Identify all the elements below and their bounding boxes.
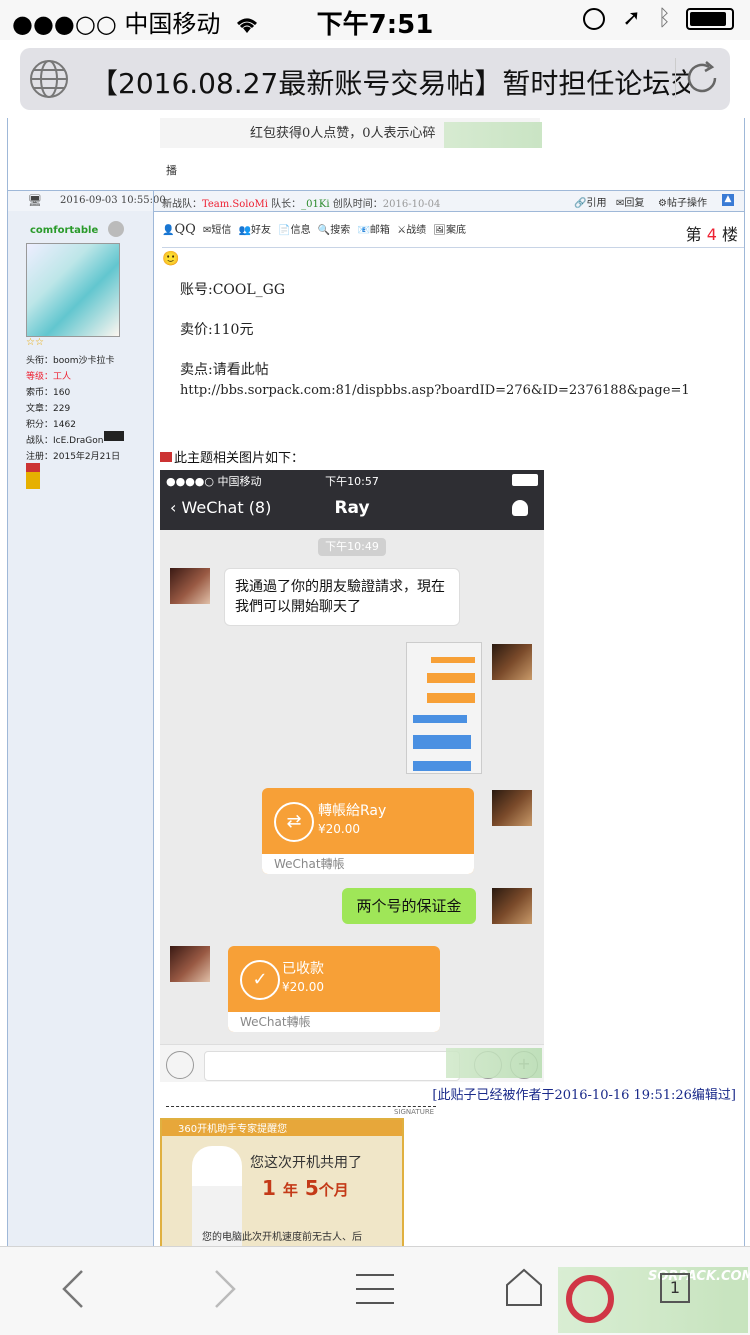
record-link[interactable]: ⚔战绩 — [397, 225, 426, 236]
wx-avatar-me-2 — [492, 790, 532, 826]
stat-level: 等级：工人 — [26, 372, 72, 382]
search-link[interactable]: 🔍搜索 — [318, 225, 350, 236]
prev-post: 红包获得0人点赞，0人表示心碎 播 — [154, 118, 744, 190]
watermark-logo-icon — [566, 1275, 614, 1323]
signature-label: SIGNATURE — [394, 1108, 435, 1116]
battery-icon — [686, 8, 734, 30]
wx-timestamp: 下午10:49 — [318, 538, 386, 556]
images-caption: 此主题相关图片如下： — [160, 447, 304, 466]
wx-transfer-card: ⇄ 轉帳給Ray ¥20.00 WeChat轉帳 — [262, 788, 474, 874]
wx-profile-icon — [512, 500, 528, 516]
computer-icon: 🖥 — [28, 194, 42, 207]
wx-voice-icon — [166, 1051, 194, 1079]
post-line-selling-point: 卖点:请看此帖 — [180, 362, 269, 378]
user-toolbar: 👤QQ ✉短信 👥好友 📄信息 🔍搜索 📧邮箱 ⚔战绩 🖼案底 — [162, 222, 466, 237]
bookmarks-icon[interactable] — [354, 1271, 396, 1307]
stat-points: 积分：1462 — [26, 420, 76, 430]
prev-share[interactable]: 播 — [166, 162, 177, 178]
status-bar: ●●●○○ 中国移动 下午7:51 ➚ ᛒ — [0, 0, 750, 40]
wx-received-card: ✓ 已收款 ¥20.00 WeChat轉帳 — [228, 946, 440, 1032]
address-bar[interactable]: 【2016.08.27最新账号交易帖】暂时担任论坛交 — [20, 48, 730, 110]
transfer-icon: ⇄ — [274, 802, 314, 842]
reload-icon[interactable] — [675, 58, 722, 98]
message-link[interactable]: ✉短信 — [203, 225, 231, 236]
team-logo-icon — [104, 431, 124, 441]
friend-link[interactable]: 👥好友 — [239, 225, 271, 236]
ad-header: 360开机助手专家提醒您 — [162, 1120, 402, 1136]
scroll-top-icon[interactable]: ▲ — [722, 194, 734, 206]
web-content: 红包获得0人点赞，0人表示心碎 播 🖥 2016-09-03 10:55:00 … — [0, 118, 750, 1246]
signature-divider — [166, 1106, 436, 1107]
tabs-button[interactable]: 1 — [660, 1273, 690, 1303]
mail-link[interactable]: 📧邮箱 — [357, 225, 389, 236]
user-profile: comfortable ☆☆ 头衔：boom沙卡拉卡 等级：工人 索币：160 … — [8, 211, 153, 1246]
wx-avatar-me — [492, 644, 532, 680]
check-icon: ✓ — [240, 960, 280, 1000]
qq-icon: 👤 — [162, 225, 175, 236]
case-link[interactable]: 🖼案底 — [433, 225, 466, 236]
edit-note: [此贴子已经被作者于2016-10-16 19:51:26编辑过] — [432, 1088, 736, 1103]
stat-team: 战队：IcE.DraGon — [26, 436, 104, 446]
username[interactable]: comfortable — [30, 225, 98, 236]
wx-text-input — [204, 1051, 460, 1081]
avatar[interactable] — [26, 243, 120, 337]
post-line-account: 账号:COOL_GG — [180, 282, 286, 298]
orientation-lock-icon — [583, 8, 606, 30]
wechat-screenshot[interactable]: ●●●●○ 中国移动 下午10:57 ‹ WeChat (8) Ray 下午10… — [160, 470, 544, 1082]
info-link[interactable]: 📄信息 — [278, 225, 310, 236]
watermark-banner: SORPACK.COM — [558, 1267, 750, 1333]
wx-image-message — [406, 642, 482, 774]
post-meta-row: 🖥 2016-09-03 10:55:00 新战队：Team.SoloMi 队长… — [8, 190, 744, 212]
rank-stars: ☆☆ — [26, 337, 44, 348]
wx-status-bar: ●●●●○ 中国移动 下午10:57 — [160, 470, 544, 490]
wx-contact: Ray — [334, 498, 370, 518]
team-info: 新战队：Team.SoloMi 队长：_01Ki 创队时间：2016-10-04 — [162, 199, 441, 210]
wx-battery-icon — [512, 474, 538, 486]
back-icon[interactable] — [60, 1269, 86, 1309]
post-line-price: 卖价:110元 — [180, 322, 254, 338]
image-icon — [160, 452, 172, 462]
floor-number: 第 4 楼 — [685, 225, 738, 244]
reply-button[interactable]: ✉回复 — [616, 194, 644, 209]
quote-button[interactable]: 🔗引用 — [574, 194, 606, 209]
stat-coins: 索币：160 — [26, 388, 71, 398]
watermark-logo-2 — [446, 1048, 542, 1078]
wx-deposit-message: 两个号的保证金 — [342, 888, 476, 924]
stat-posts: 文章：229 — [26, 404, 71, 414]
wx-avatar-me-3 — [492, 888, 532, 924]
wx-greeting: 我通過了你的朋友驗證請求，現在我們可以開始聊天了 — [224, 568, 460, 626]
post-actions-button[interactable]: ⚙帖子操作 — [658, 194, 707, 209]
forward-icon[interactable] — [212, 1269, 238, 1309]
wx-nav-bar: ‹ WeChat (8) Ray — [160, 490, 544, 530]
wx-avatar-other-2 — [170, 946, 210, 982]
smile-icon: 🙂 — [162, 251, 180, 267]
status-icons: ➚ ᛒ — [583, 6, 734, 31]
signature-ad[interactable]: 360开机助手专家提醒您 您这次开机共用了 1 年 5个月 您的电脑此次开机速度… — [160, 1118, 404, 1246]
location-icon: ➚ — [622, 6, 641, 31]
browser-toolbar: SORPACK.COM 1 — [0, 1246, 750, 1335]
home-icon[interactable] — [504, 1267, 544, 1307]
online-status-icon — [108, 221, 124, 237]
wx-avatar-other — [170, 568, 210, 604]
watermark-logo — [444, 122, 542, 148]
post-link[interactable]: http://bbs.sorpack.com:81/dispbbs.asp?bo… — [180, 383, 690, 398]
post-date: 2016-09-03 10:55:00 — [60, 195, 166, 206]
medal-icon — [26, 463, 40, 489]
stat-registered: 注册：2015年2月21日 — [26, 452, 121, 462]
bluetooth-icon: ᛒ — [657, 6, 671, 31]
stat-title: 头衔：boom沙卡拉卡 — [26, 356, 115, 366]
page-title[interactable]: 【2016.08.27最新账号交易帖】暂时担任论坛交 — [90, 62, 690, 102]
globe-icon — [30, 60, 68, 98]
